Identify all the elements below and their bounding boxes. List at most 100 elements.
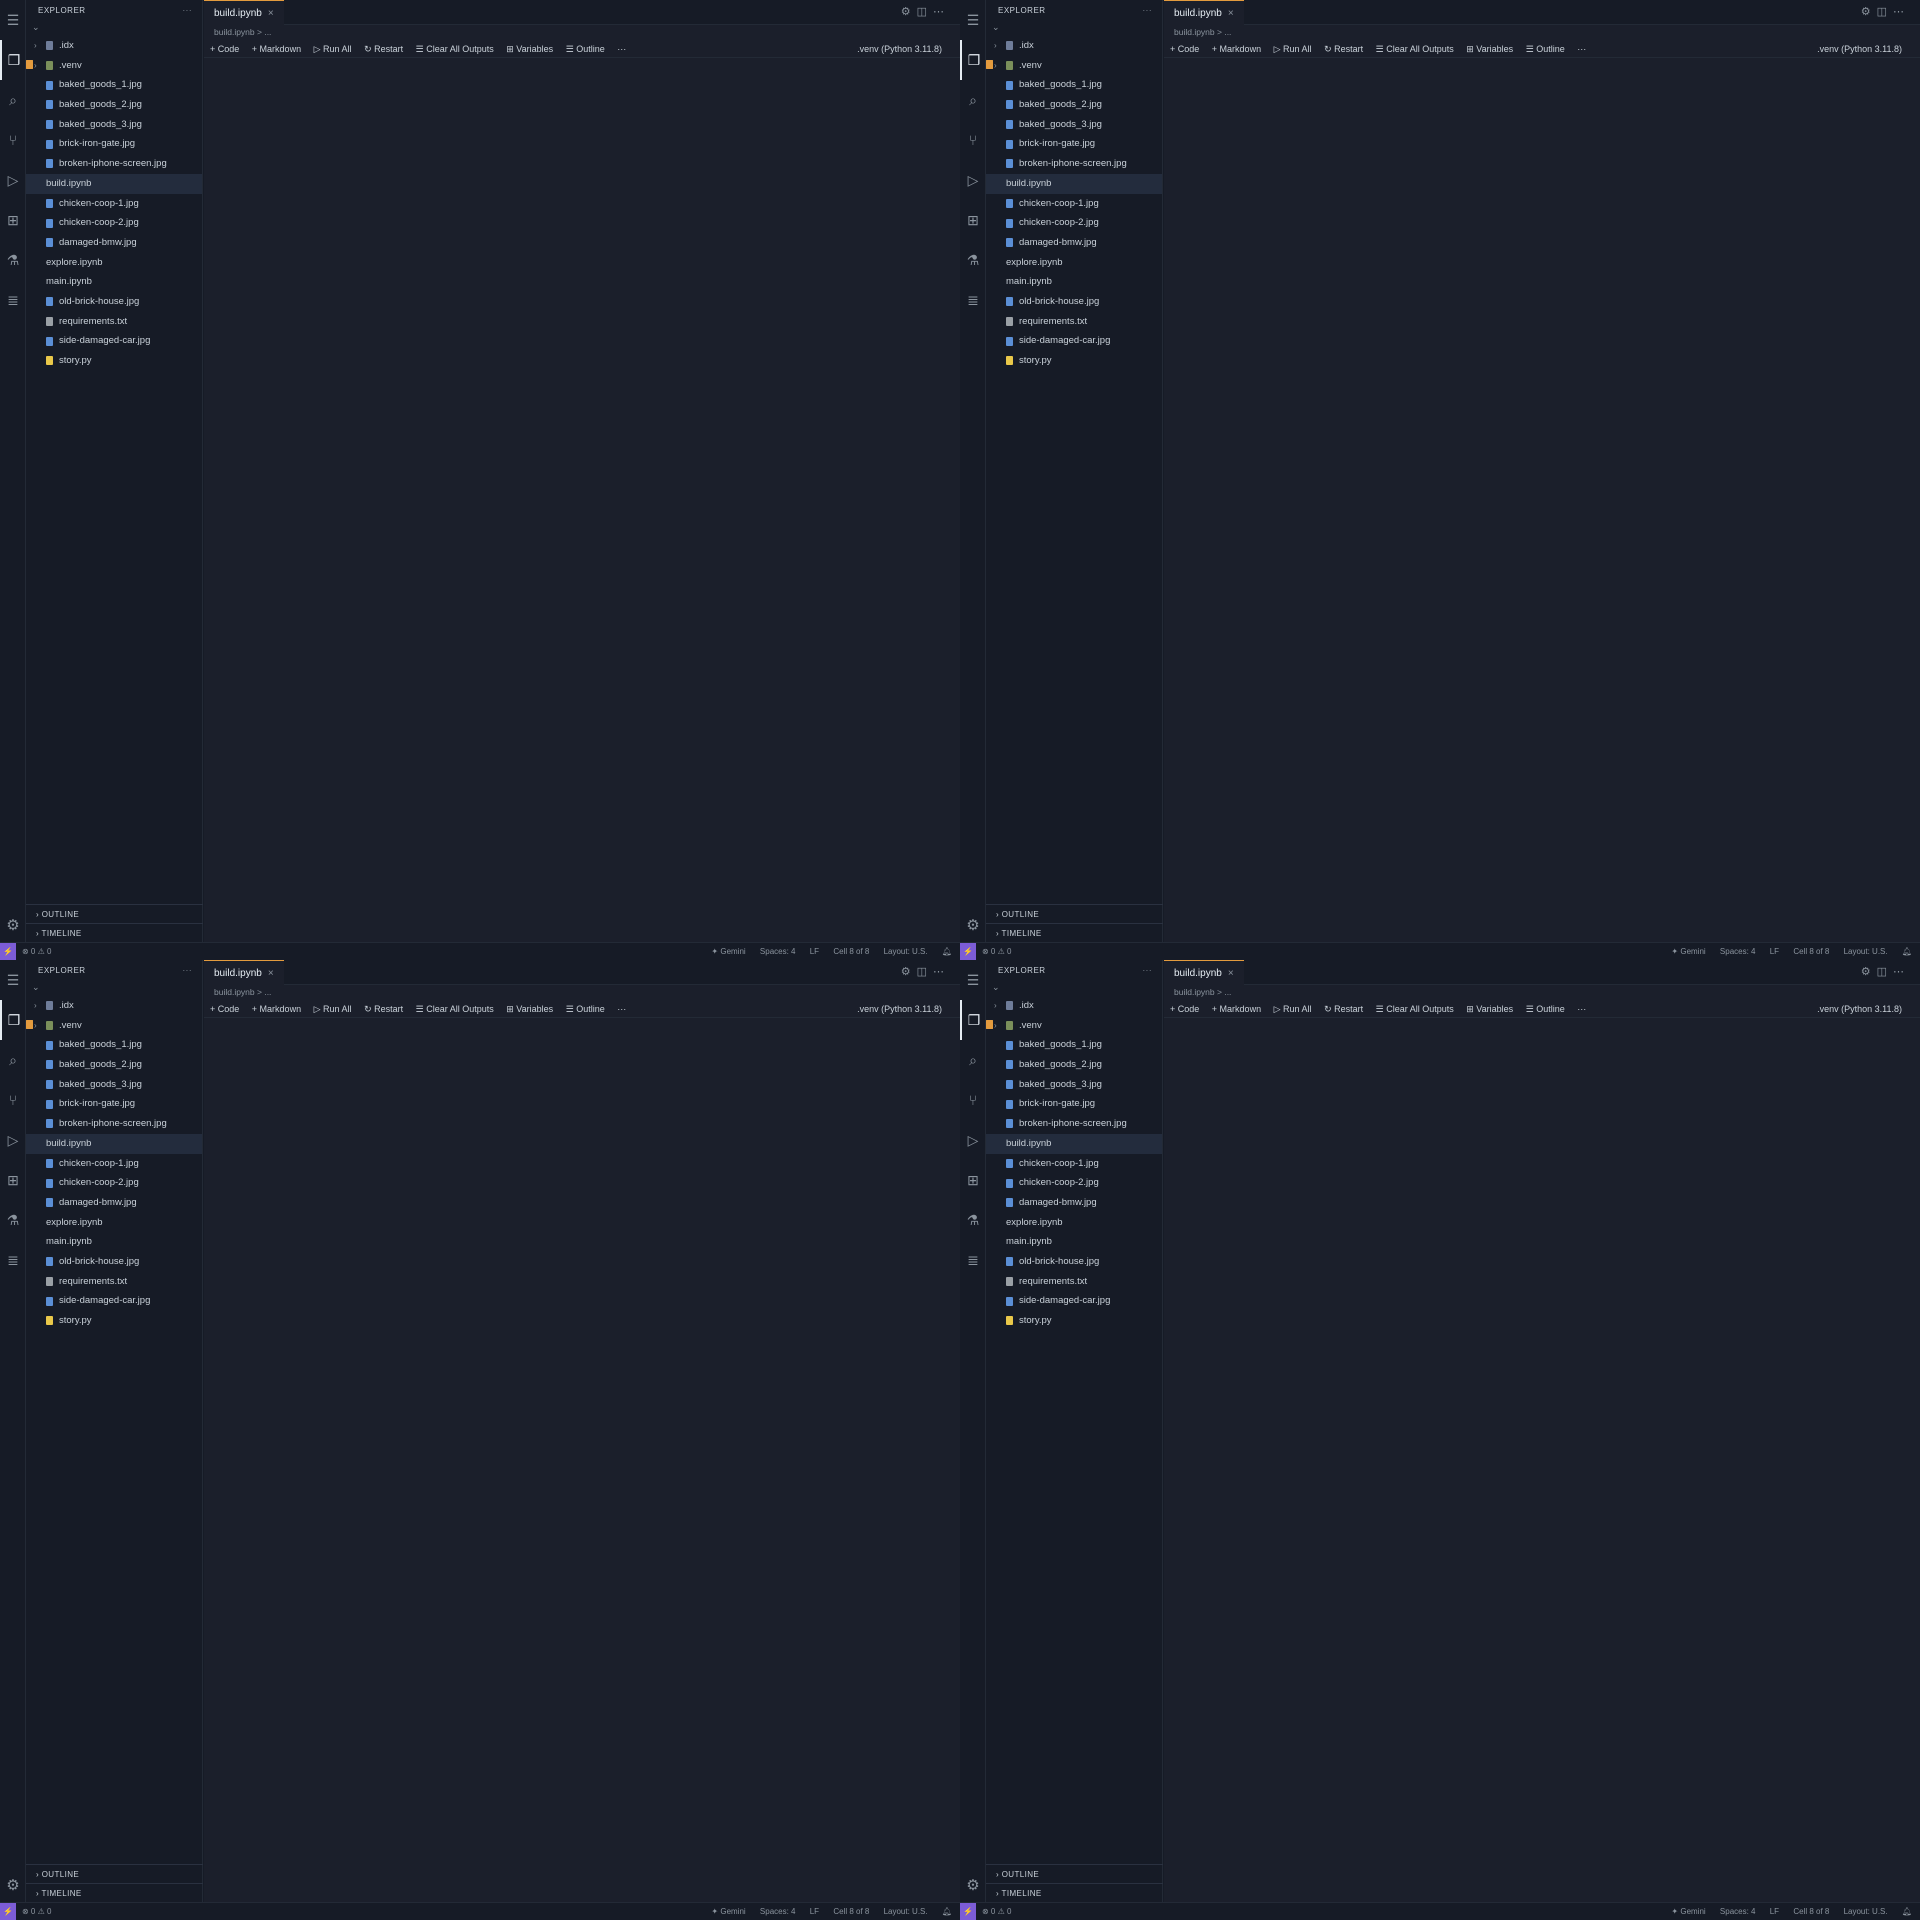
cell-status[interactable]: Cell 8 of 8	[833, 1907, 869, 1916]
file-item[interactable]: baked_goods_2.jpg	[986, 95, 1162, 115]
gear-icon[interactable]: ⚙	[0, 916, 26, 934]
bell-icon[interactable]: 🔔︎	[942, 1907, 952, 1916]
more-icon[interactable]: ⋯	[1893, 966, 1910, 978]
source-control-icon[interactable]: ⑂	[960, 1080, 986, 1120]
outline-icon[interactable]: ≣	[0, 280, 26, 320]
file-item[interactable]: side-damaged-car.jpg	[26, 1291, 202, 1311]
chevron-right-icon[interactable]: ›	[34, 996, 37, 1016]
search-icon[interactable]: ⌕	[960, 1040, 986, 1080]
extensions-icon[interactable]: ⊞	[960, 1160, 986, 1200]
file-item[interactable]: broken-iphone-screen.jpg	[26, 154, 202, 174]
file-item[interactable]: brick-iron-gate.jpg	[26, 1094, 202, 1114]
file-item[interactable]: side-damaged-car.jpg	[986, 1291, 1162, 1311]
add-code-button[interactable]: + Code	[1170, 1004, 1199, 1014]
file-item[interactable]: chicken-coop-1.jpg	[986, 194, 1162, 214]
eol-status[interactable]: LF	[810, 947, 819, 956]
run-all-button[interactable]: ▷ Run All	[1274, 44, 1312, 54]
add-markdown-button[interactable]: + Markdown	[1212, 44, 1261, 54]
problems-indicator[interactable]: ⊗ 0 ⚠ 0	[22, 943, 51, 960]
menu-icon[interactable]: ☰	[960, 960, 986, 1000]
chevron-right-icon[interactable]: ›	[994, 1016, 997, 1036]
file-item[interactable]: chicken-coop-1.jpg	[26, 194, 202, 214]
clear-outputs-button[interactable]: ☰ Clear All Outputs	[1376, 44, 1454, 54]
file-item[interactable]: ▷⊞▷◁⊟⋯🗑︎ buffer.append(part.text) clear_…	[26, 1020, 202, 1154]
folder-root-chevron-icon[interactable]: ⌄	[26, 982, 202, 996]
explorer-more-icon[interactable]: ···	[183, 960, 193, 982]
chevron-right-icon[interactable]: ›	[34, 36, 37, 56]
run-all-button[interactable]: ▷ Run All	[314, 1004, 352, 1014]
problems-indicator[interactable]: ⊗ 0 ⚠ 0	[22, 1903, 51, 1920]
file-item[interactable]: side-damaged-car.jpg	[26, 331, 202, 351]
breadcrumb[interactable]: build.ipynb > ...	[1164, 25, 1920, 40]
outline-button[interactable]: ☰ Outline	[566, 1004, 605, 1014]
file-item[interactable]: old-brick-house.jpg	[26, 1252, 202, 1272]
file-item[interactable]: main.ipynb	[26, 60, 202, 292]
file-item[interactable]: old-brick-house.jpg	[986, 292, 1162, 312]
remote-icon[interactable]: ⚡	[0, 943, 16, 960]
file-item[interactable]: ▷⊞▷◁⊟⋯🗑︎ for chunk in response: for part…	[986, 1020, 1162, 1154]
file-item[interactable]: chicken-coop-2.jpg	[26, 213, 202, 233]
file-item[interactable]: broken-iphone-screen.jpg	[986, 1114, 1162, 1134]
spaces-status[interactable]: Spaces: 4	[1720, 1907, 1756, 1916]
bell-icon[interactable]: 🔔︎	[1902, 947, 1912, 956]
kernel-picker[interactable]: .venv (Python 3.11.8)	[857, 1000, 942, 1018]
file-item[interactable]: › .venv	[986, 1016, 1162, 1036]
file-item[interactable]: › .venv	[26, 1016, 202, 1036]
eol-status[interactable]: LF	[1770, 947, 1779, 956]
file-item[interactable]: side-damaged-car.jpg	[986, 331, 1162, 351]
source-control-icon[interactable]: ⑂	[0, 120, 26, 160]
add-code-button[interactable]: + Code	[210, 44, 239, 54]
run-debug-icon[interactable]: ▷	[0, 1120, 26, 1160]
close-icon[interactable]: ×	[268, 8, 274, 19]
file-item[interactable]: story.py	[986, 1311, 1162, 1331]
toolbar-more-icon[interactable]: ···	[1577, 1004, 1586, 1014]
more-icon[interactable]: ⋯	[1893, 6, 1910, 18]
file-item[interactable]: story.py	[26, 351, 202, 371]
restart-button[interactable]: ↻ Restart	[1324, 1004, 1363, 1014]
gemini-status[interactable]: ✦ Gemini	[711, 1907, 745, 1916]
spaces-status[interactable]: Spaces: 4	[760, 1907, 796, 1916]
kernel-picker[interactable]: .venv (Python 3.11.8)	[857, 40, 942, 58]
gear-icon[interactable]: ⚙	[960, 1876, 986, 1894]
file-item[interactable]: chicken-coop-1.jpg	[986, 1154, 1162, 1174]
file-item[interactable]: baked_goods_3.jpg	[986, 115, 1162, 135]
file-item[interactable]: baked_goods_3.jpg	[26, 1075, 202, 1095]
file-item[interactable]: broken-iphone-screen.jpg	[26, 1114, 202, 1134]
settings-icon[interactable]: ⚙	[901, 6, 917, 18]
close-icon[interactable]: ×	[1228, 8, 1234, 19]
timeline-section[interactable]: › TIMELINE	[986, 1883, 1163, 1902]
file-item[interactable]: brick-iron-gate.jpg	[986, 1094, 1162, 1114]
timeline-section[interactable]: › TIMELINE	[26, 1883, 203, 1902]
file-item[interactable]: main.ipynb	[986, 1020, 1162, 1252]
file-item[interactable]: baked_goods_2.jpg	[26, 1055, 202, 1075]
outline-icon[interactable]: ≣	[960, 280, 986, 320]
chevron-right-icon[interactable]: ›	[34, 1016, 37, 1036]
run-debug-icon[interactable]: ▷	[0, 160, 26, 200]
testing-icon[interactable]: ⚗	[960, 1200, 986, 1240]
search-icon[interactable]: ⌕	[0, 80, 26, 120]
file-item[interactable]: requirements.txt	[986, 1272, 1162, 1292]
gemini-status[interactable]: ✦ Gemini	[1671, 947, 1705, 956]
outline-section[interactable]: › OUTLINE	[986, 904, 1163, 923]
kernel-picker[interactable]: .venv (Python 3.11.8)	[1817, 1000, 1902, 1018]
cell-status[interactable]: Cell 8 of 8	[1793, 1907, 1829, 1916]
clear-outputs-button[interactable]: ☰ Clear All Outputs	[416, 1004, 494, 1014]
file-item[interactable]: explore.ipynb	[26, 60, 202, 273]
bell-icon[interactable]: 🔔︎	[1902, 1907, 1912, 1916]
chevron-right-icon[interactable]: ›	[994, 56, 997, 76]
file-item[interactable]: › .idx	[986, 996, 1162, 1016]
eol-status[interactable]: LF	[1770, 1907, 1779, 1916]
file-item[interactable]: old-brick-house.jpg	[986, 1252, 1162, 1272]
file-item[interactable]: chicken-coop-2.jpg	[26, 1173, 202, 1193]
file-item[interactable]: damaged-bmw.jpg	[26, 1193, 202, 1213]
breadcrumb[interactable]: build.ipynb > ...	[1164, 985, 1920, 1000]
gemini-status[interactable]: ✦ Gemini	[711, 947, 745, 956]
eol-status[interactable]: LF	[810, 1907, 819, 1916]
outline-section[interactable]: › OUTLINE	[26, 904, 203, 923]
search-icon[interactable]: ⌕	[960, 80, 986, 120]
split-editor-icon[interactable]: ◫	[917, 6, 933, 18]
settings-icon[interactable]: ⚙	[1861, 966, 1877, 978]
file-item[interactable]: damaged-bmw.jpg	[26, 233, 202, 253]
chevron-right-icon[interactable]: ›	[994, 36, 997, 56]
explorer-more-icon[interactable]: ···	[1143, 0, 1153, 22]
